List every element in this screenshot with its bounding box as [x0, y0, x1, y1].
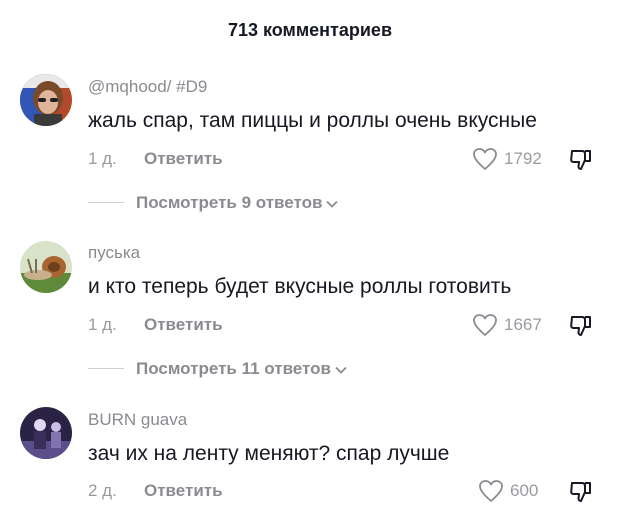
comment-meta: 1 д. Ответить 1792 [88, 146, 608, 172]
thumbs-down-icon[interactable] [568, 146, 594, 172]
comment-meta: 2 д. Ответить 600 [88, 478, 608, 504]
chevron-down-icon [326, 200, 339, 208]
heart-outline-icon [473, 314, 497, 336]
like-count: 1667 [504, 315, 542, 334]
avatar[interactable] [20, 241, 72, 293]
comment-username[interactable]: BURN guava [88, 410, 187, 430]
divider [88, 368, 124, 369]
reply-button[interactable]: Ответить [144, 312, 223, 338]
comments-count-title: 713 комментариев [227, 20, 393, 40]
like-count: 600 [510, 481, 539, 500]
comment-date: 2 д. [88, 481, 117, 500]
avatar[interactable] [20, 407, 72, 459]
view-replies-label: Посмотреть 11 ответов [136, 356, 347, 382]
comment-text: жаль спар, там пиццы и роллы очень вкусн… [88, 109, 537, 132]
reply-button[interactable]: Ответить [144, 478, 223, 504]
comment-text: и кто теперь будет вкусные роллы готовит… [88, 275, 512, 298]
thumbs-down-icon[interactable] [568, 312, 594, 338]
view-replies-label: Посмотреть 9 ответов [136, 190, 339, 216]
comment-date: 1 д. [88, 149, 117, 168]
thumbs-down-icon[interactable] [568, 478, 594, 504]
comment-date: 1 д. [88, 315, 117, 334]
comment-meta: 1 д. Ответить 1667 [88, 312, 608, 338]
view-replies-button[interactable]: Посмотреть 11 ответов [88, 356, 428, 382]
divider [88, 202, 124, 203]
like-count: 1792 [504, 149, 542, 168]
chevron-down-icon [335, 366, 347, 374]
avatar[interactable] [20, 74, 72, 126]
heart-outline-icon [479, 480, 503, 502]
comment-username[interactable]: пуська [88, 243, 140, 263]
view-replies-button[interactable]: Посмотреть 9 ответов [88, 190, 428, 216]
reply-button[interactable]: Ответить [144, 146, 223, 172]
heart-outline-icon [473, 148, 497, 170]
comment-text: зач их на ленту меняют? спар лучше [88, 442, 450, 465]
comment-username[interactable]: @mqhood/ #D9 [88, 77, 207, 97]
